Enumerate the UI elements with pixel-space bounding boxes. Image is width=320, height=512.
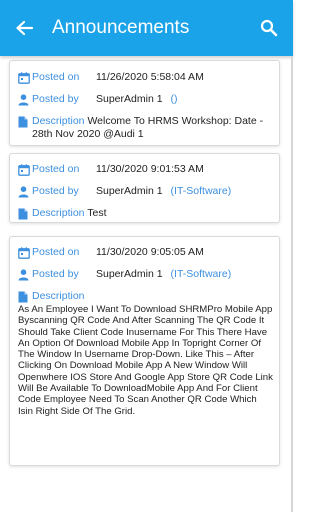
posted-on-row: Posted on 11/30/2020 9:01:53 AM <box>18 163 273 176</box>
document-icon <box>18 290 32 303</box>
posted-by-row: Posted by SuperAdmin 1 () <box>18 93 273 106</box>
posted-by-value: SuperAdmin 1 <box>96 185 163 197</box>
posted-on-value: 11/30/2020 9:01:53 AM <box>96 163 204 175</box>
department-value: () <box>170 93 178 105</box>
calendar-icon <box>18 163 32 176</box>
description-label: Description <box>32 290 85 302</box>
posted-by-value: SuperAdmin 1 <box>96 93 163 105</box>
posted-by-label: Posted by <box>32 185 79 197</box>
person-icon <box>18 268 32 281</box>
posted-on-value: 11/26/2020 5:58:04 AM <box>96 71 204 83</box>
posted-on-label: Posted on <box>32 163 80 175</box>
description-label: Description <box>32 207 85 219</box>
calendar-icon <box>18 71 32 84</box>
posted-on-label: Posted on <box>32 246 80 258</box>
posted-on-row: Posted on 11/26/2020 5:58:04 AM <box>18 71 273 84</box>
page-title: Announcements <box>52 17 190 38</box>
scrollbar-track[interactable] <box>291 56 293 512</box>
posted-by-label: Posted by <box>32 268 79 280</box>
search-button[interactable] <box>249 0 289 56</box>
announcement-card[interactable]: Posted on 11/30/2020 9:05:05 AM Posted b… <box>9 236 280 466</box>
description-label: Description <box>32 115 85 127</box>
department-value: (IT-Software) <box>170 268 232 280</box>
posted-by-row: Posted by SuperAdmin 1 (IT-Software) <box>18 268 273 281</box>
description-value: Test <box>87 207 107 219</box>
posted-on-label: Posted on <box>32 71 80 83</box>
posted-on-value: 11/30/2020 9:05:05 AM <box>96 246 204 258</box>
calendar-icon <box>18 246 32 259</box>
back-button[interactable] <box>0 0 48 56</box>
description-row: Description <box>18 290 273 303</box>
posted-by-row: Posted by SuperAdmin 1 (IT-Software) <box>18 185 273 198</box>
announcement-card[interactable]: Posted on 11/30/2020 9:01:53 AM Posted b… <box>9 153 280 223</box>
posted-by-value: SuperAdmin 1 <box>96 268 163 280</box>
announcement-list[interactable]: Posted on 11/26/2020 5:58:04 AM Posted b… <box>0 56 293 512</box>
person-icon <box>18 185 32 198</box>
posted-on-row: Posted on 11/30/2020 9:05:05 AM <box>18 246 273 259</box>
document-icon <box>18 207 32 220</box>
app-bar: Announcements <box>0 0 293 56</box>
posted-by-label: Posted by <box>32 93 79 105</box>
person-icon <box>18 93 32 106</box>
arrow-left-icon <box>16 20 33 36</box>
document-icon <box>18 115 32 128</box>
description-value: As An Employee I Want To Download SHRMPr… <box>18 304 273 417</box>
department-value: (IT-Software) <box>170 185 232 197</box>
description-row: Description Test <box>18 207 273 220</box>
search-icon <box>260 19 278 37</box>
announcement-card[interactable]: Posted on 11/26/2020 5:58:04 AM Posted b… <box>9 60 280 146</box>
description-row: Description Welcome To HRMS Workshop: Da… <box>18 115 273 141</box>
